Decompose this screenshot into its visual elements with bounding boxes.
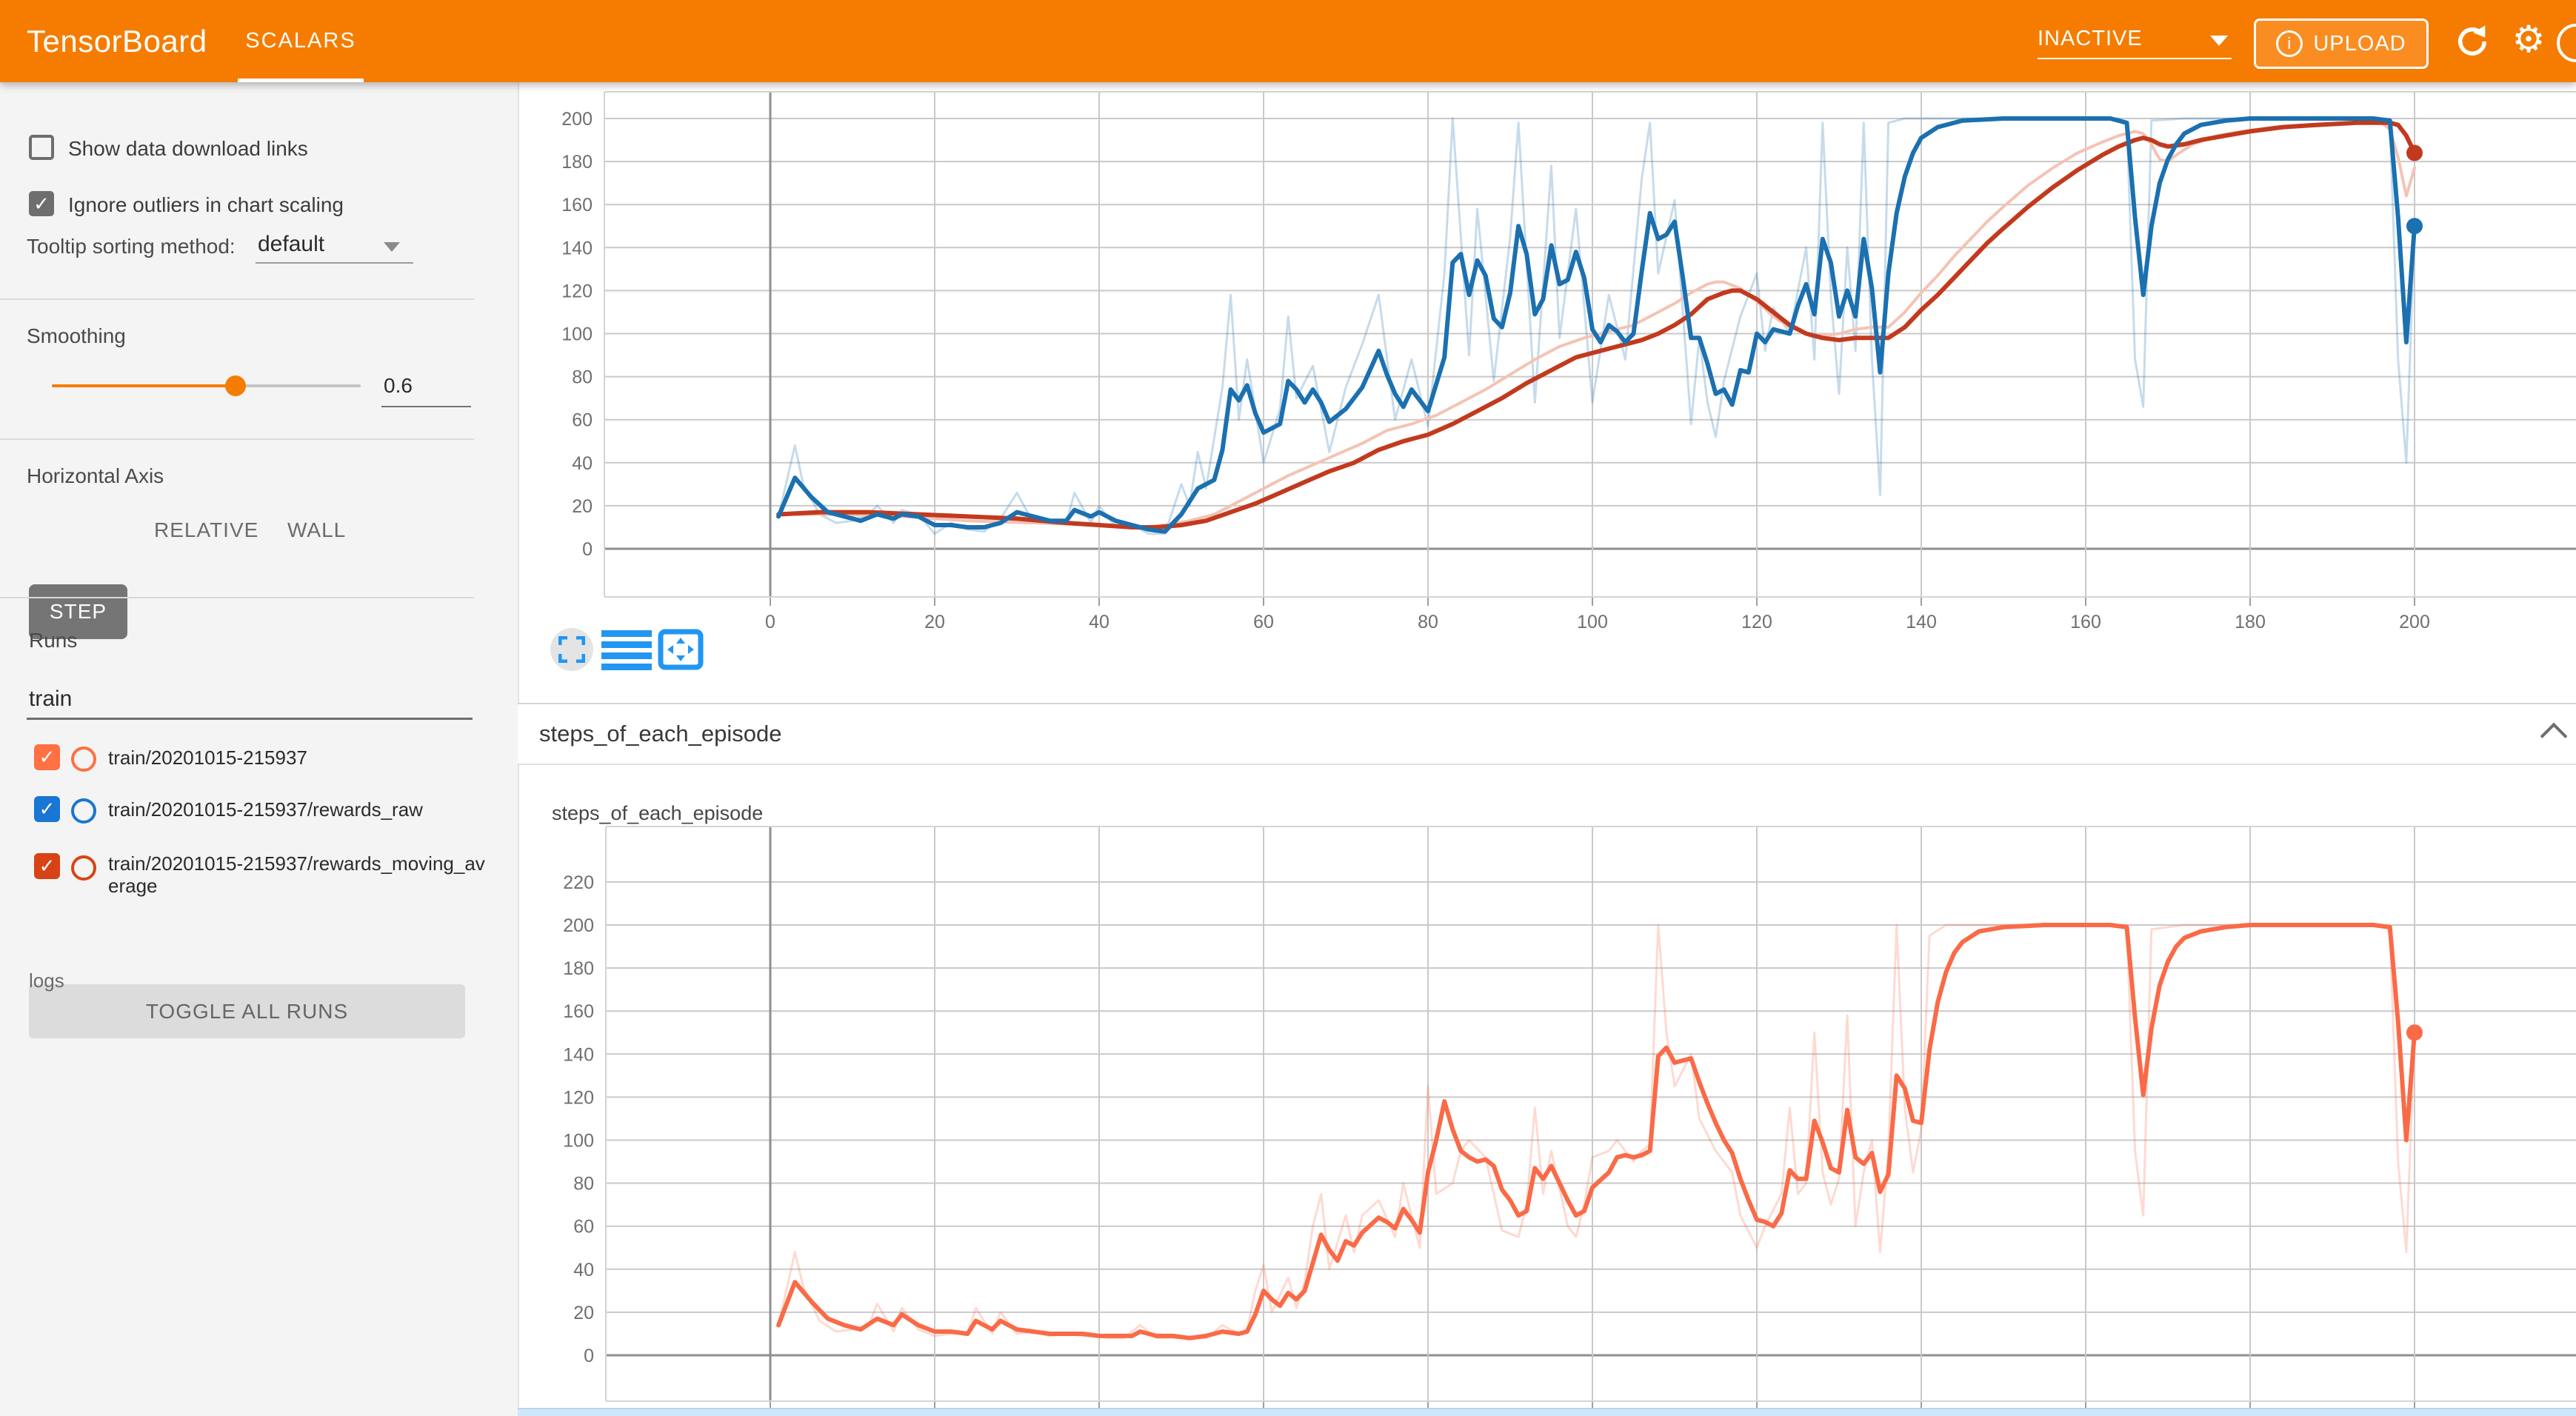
- show-download-links-label: Show data download links: [68, 137, 308, 161]
- horizontal-axis-label: Horizontal Axis: [27, 464, 164, 488]
- sidebar: Show data download links ✓ Ignore outlie…: [0, 82, 519, 1416]
- fullscreen-icon: [558, 636, 585, 663]
- runs-heading: Runs: [29, 629, 77, 652]
- svg-text:160: 160: [2070, 612, 2101, 632]
- run-isolate-radio[interactable]: [71, 855, 96, 881]
- axis-option-wall[interactable]: WALL: [287, 518, 346, 542]
- svg-text:160: 160: [561, 195, 593, 216]
- section-title: steps_of_each_episode: [539, 721, 781, 747]
- tooltip-sorting-select[interactable]: default: [258, 232, 324, 257]
- run-checkbox[interactable]: ✓: [34, 796, 60, 822]
- refresh-icon[interactable]: [2453, 22, 2492, 61]
- svg-text:200: 200: [563, 915, 594, 936]
- divider: [518, 764, 2576, 765]
- axis-option-relative[interactable]: RELATIVE: [154, 518, 258, 542]
- svg-text:140: 140: [563, 1044, 594, 1065]
- runs-filter-underline: [27, 718, 473, 720]
- run-label: train/20201015-215937/rewards_raw: [108, 798, 486, 821]
- svg-text:80: 80: [573, 1174, 594, 1195]
- tab-scalars[interactable]: SCALARS: [238, 0, 364, 82]
- svg-text:100: 100: [1577, 612, 1608, 632]
- svg-text:20: 20: [572, 496, 593, 517]
- svg-text:120: 120: [1741, 612, 1772, 632]
- svg-text:80: 80: [1418, 612, 1438, 632]
- smoothing-slider-fill: [52, 384, 236, 387]
- svg-text:120: 120: [563, 1087, 594, 1108]
- upload-button-label: UPLOAD: [2313, 32, 2406, 56]
- app-header: TensorBoard SCALARS INACTIVE i UPLOAD ⚙: [0, 0, 2576, 82]
- fit-domain-icon[interactable]: [658, 629, 704, 670]
- chevron-down-icon[interactable]: [384, 242, 400, 252]
- smoothing-slider-knob[interactable]: [225, 375, 246, 396]
- svg-text:0: 0: [584, 1346, 594, 1366]
- help-icon[interactable]: [2557, 24, 2576, 62]
- tooltip-sorting-label: Tooltip sorting method:: [27, 235, 236, 258]
- svg-text:20: 20: [924, 612, 945, 632]
- runs-list-icon[interactable]: [601, 630, 652, 670]
- run-label: train/20201015-215937/rewards_moving_ave…: [108, 852, 486, 897]
- svg-text:20: 20: [573, 1303, 594, 1323]
- svg-text:40: 40: [1089, 612, 1110, 632]
- svg-text:220: 220: [563, 872, 594, 893]
- smoothing-value-input[interactable]: 0.6: [384, 374, 413, 398]
- ignore-outliers-label: Ignore outliers in chart scaling: [68, 193, 344, 217]
- divider: [0, 597, 474, 598]
- svg-text:80: 80: [572, 367, 593, 388]
- run-isolate-radio[interactable]: [71, 747, 96, 772]
- smoothing-value-underline: [381, 406, 471, 407]
- divider: [0, 438, 474, 440]
- chevron-up-icon[interactable]: [2540, 723, 2568, 750]
- svg-text:200: 200: [561, 109, 593, 130]
- svg-text:180: 180: [561, 152, 593, 173]
- tooltip-select-underline: [256, 262, 413, 264]
- smoothing-label: Smoothing: [27, 324, 126, 348]
- svg-text:160: 160: [563, 1001, 594, 1022]
- upload-button[interactable]: i UPLOAD: [2254, 19, 2429, 69]
- status-select[interactable]: INACTIVE: [2038, 22, 2232, 59]
- svg-text:180: 180: [563, 958, 594, 979]
- section-header-steps-of-each-episode[interactable]: steps_of_each_episode: [518, 704, 2576, 764]
- svg-text:100: 100: [561, 324, 593, 345]
- ignore-outliers-checkbox[interactable]: ✓: [29, 191, 54, 216]
- run-checkbox[interactable]: ✓: [34, 853, 60, 879]
- scroll-edge-highlight: [518, 1408, 2576, 1416]
- run-checkbox[interactable]: ✓: [34, 744, 60, 770]
- chevron-down-icon[interactable]: [2210, 36, 2228, 46]
- svg-text:140: 140: [1906, 612, 1937, 632]
- svg-text:40: 40: [573, 1260, 594, 1280]
- expand-chart-button[interactable]: [550, 628, 593, 671]
- run-isolate-radio[interactable]: [71, 798, 96, 824]
- svg-text:60: 60: [573, 1217, 594, 1238]
- svg-text:200: 200: [2399, 612, 2430, 632]
- svg-text:100: 100: [563, 1131, 594, 1152]
- run-label: train/20201015-215937: [108, 747, 486, 769]
- steps-of-each-episode-chart[interactable]: 0 20 40 60 80 100 120 140 160 180 200 220: [518, 770, 2576, 1409]
- svg-text:180: 180: [2235, 612, 2266, 632]
- runs-footer-logs: logs: [29, 969, 64, 992]
- svg-text:60: 60: [1253, 612, 1274, 632]
- divider: [0, 298, 474, 300]
- rewards-chart[interactable]: 0 20 40 60 80 100 120 140 160 180 200 0 20 40 60 80 100 1…: [518, 82, 2576, 708]
- svg-text:0: 0: [765, 612, 775, 632]
- svg-text:40: 40: [572, 453, 593, 474]
- svg-text:60: 60: [572, 410, 593, 431]
- app-title: TensorBoard: [27, 0, 207, 82]
- show-download-links-checkbox[interactable]: [29, 135, 54, 160]
- tensorboard-page: TensorBoard SCALARS INACTIVE i UPLOAD ⚙ …: [0, 0, 2576, 1416]
- svg-text:140: 140: [561, 238, 593, 258]
- toggle-all-runs-button[interactable]: TOGGLE ALL RUNS: [29, 984, 465, 1038]
- svg-text:0: 0: [582, 539, 593, 560]
- runs-filter-input[interactable]: train: [29, 687, 72, 712]
- svg-text:120: 120: [561, 281, 593, 301]
- gear-icon[interactable]: ⚙: [2509, 16, 2548, 55]
- info-icon: i: [2276, 30, 2303, 57]
